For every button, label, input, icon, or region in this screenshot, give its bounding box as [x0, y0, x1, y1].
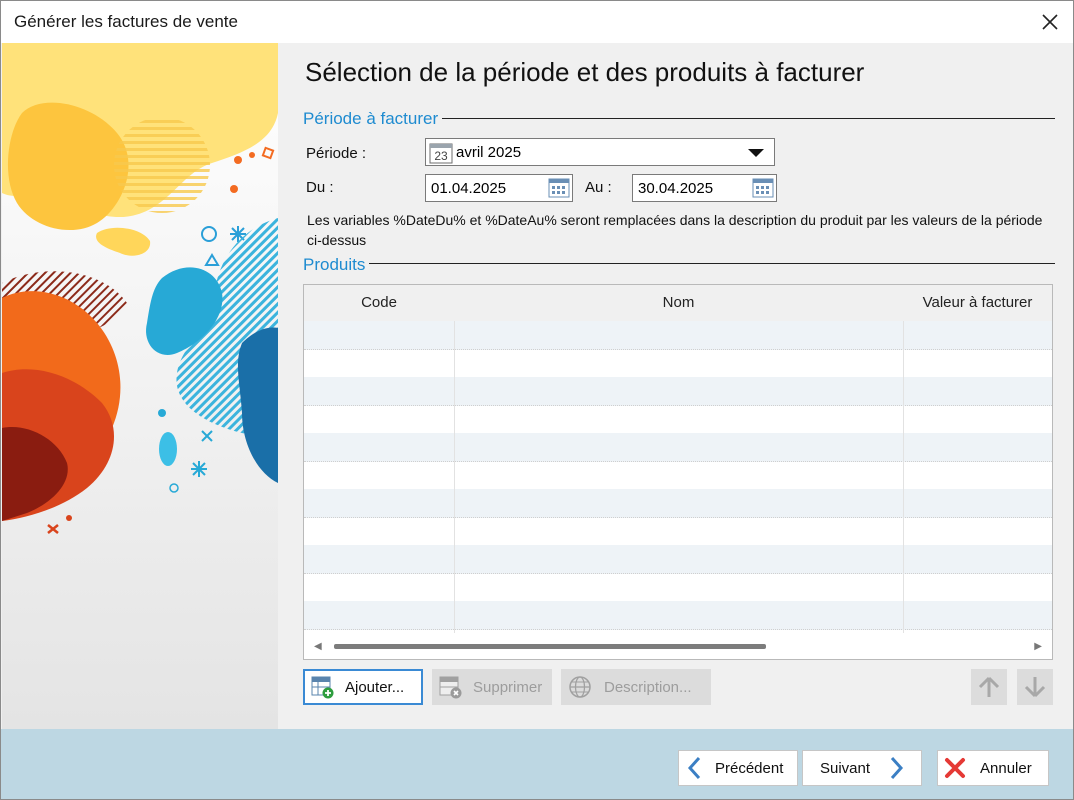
table-row[interactable]: [304, 573, 1052, 602]
du-date-value: 01.04.2025: [431, 180, 507, 197]
description-button[interactable]: Description...: [561, 669, 711, 705]
periode-value: avril 2025: [456, 144, 522, 161]
previous-button-label: Précédent: [715, 759, 784, 777]
delete-button-label: Supprimer: [473, 678, 543, 696]
table-row[interactable]: [304, 433, 1052, 462]
add-button-label: Ajouter...: [345, 678, 405, 696]
next-button[interactable]: Suivant: [802, 750, 922, 786]
delete-row-icon: [439, 675, 463, 699]
previous-button[interactable]: Précédent: [678, 750, 798, 786]
window-title: Générer les factures de vente: [14, 12, 238, 31]
move-up-button[interactable]: [971, 669, 1007, 705]
globe-icon: [568, 675, 592, 699]
periode-dropdown[interactable]: 23 avril 2025: [425, 138, 775, 166]
dialog-footer: Précédent Suivant Annuler: [1, 729, 1073, 799]
side-banner-illustration: [2, 43, 278, 729]
chevron-left-icon: [687, 756, 701, 780]
move-down-button[interactable]: [1017, 669, 1053, 705]
calendar-icon: 23: [429, 142, 453, 169]
scroll-right-icon[interactable]: ▶: [1034, 641, 1042, 652]
column-header-code[interactable]: Code: [304, 294, 454, 311]
add-row-icon: [311, 675, 335, 699]
scrollbar-thumb[interactable]: [334, 644, 766, 649]
du-date-field[interactable]: 01.04.2025: [425, 174, 573, 202]
column-divider: [454, 321, 455, 633]
arrow-up-icon: [978, 676, 1000, 697]
du-label: Du :: [306, 179, 334, 196]
page-title: Sélection de la période et des produits …: [305, 57, 865, 87]
close-icon: [1042, 14, 1058, 30]
arrow-down-icon: [1024, 677, 1046, 698]
svg-text:23: 23: [434, 149, 448, 163]
calendar-picker-icon[interactable]: [752, 178, 774, 203]
cancel-button-label: Annuler: [980, 759, 1032, 777]
period-group-title: Période à facturer: [303, 109, 443, 129]
delete-button[interactable]: Supprimer: [432, 669, 552, 705]
table-row[interactable]: [304, 349, 1052, 378]
cancel-x-icon: [944, 757, 966, 779]
products-group-title: Produits: [303, 255, 370, 275]
table-row[interactable]: [304, 545, 1052, 574]
table-row[interactable]: [304, 601, 1052, 630]
table-row[interactable]: [304, 321, 1052, 350]
products-table[interactable]: Code Nom Valeur à facturer ◀ ▶: [303, 284, 1053, 660]
chevron-down-icon: [748, 149, 764, 157]
title-bar: Générer les factures de vente: [1, 1, 1073, 43]
table-row[interactable]: [304, 461, 1052, 490]
add-button[interactable]: Ajouter...: [303, 669, 423, 705]
main-panel: Sélection de la période et des produits …: [279, 43, 1073, 729]
next-button-label: Suivant: [820, 759, 871, 777]
calendar-picker-icon[interactable]: [548, 178, 570, 203]
table-row[interactable]: [304, 489, 1052, 518]
column-divider: [903, 321, 904, 633]
description-button-label: Description...: [604, 678, 692, 696]
periode-label: Période :: [306, 145, 367, 162]
au-date-field[interactable]: 30.04.2025: [632, 174, 777, 202]
au-date-value: 30.04.2025: [638, 180, 714, 197]
table-row[interactable]: [304, 405, 1052, 434]
horizontal-scrollbar[interactable]: ◀ ▶: [304, 635, 1052, 659]
column-header-nom[interactable]: Nom: [454, 294, 903, 311]
products-group-divider: [303, 263, 1055, 264]
close-button[interactable]: [1027, 1, 1073, 43]
table-row[interactable]: [304, 517, 1052, 546]
dialog-window: Générer les factures de vente Sélection …: [0, 0, 1074, 800]
chevron-right-icon: [890, 756, 904, 780]
table-row[interactable]: [304, 377, 1052, 406]
scroll-left-icon[interactable]: ◀: [314, 641, 322, 652]
table-header: Code Nom Valeur à facturer: [304, 285, 1052, 321]
column-header-valeur[interactable]: Valeur à facturer: [903, 294, 1052, 311]
period-note: Les variables %DateDu% et %DateAu% seron…: [307, 212, 1043, 248]
au-label: Au :: [585, 179, 612, 196]
cancel-button[interactable]: Annuler: [937, 750, 1049, 786]
